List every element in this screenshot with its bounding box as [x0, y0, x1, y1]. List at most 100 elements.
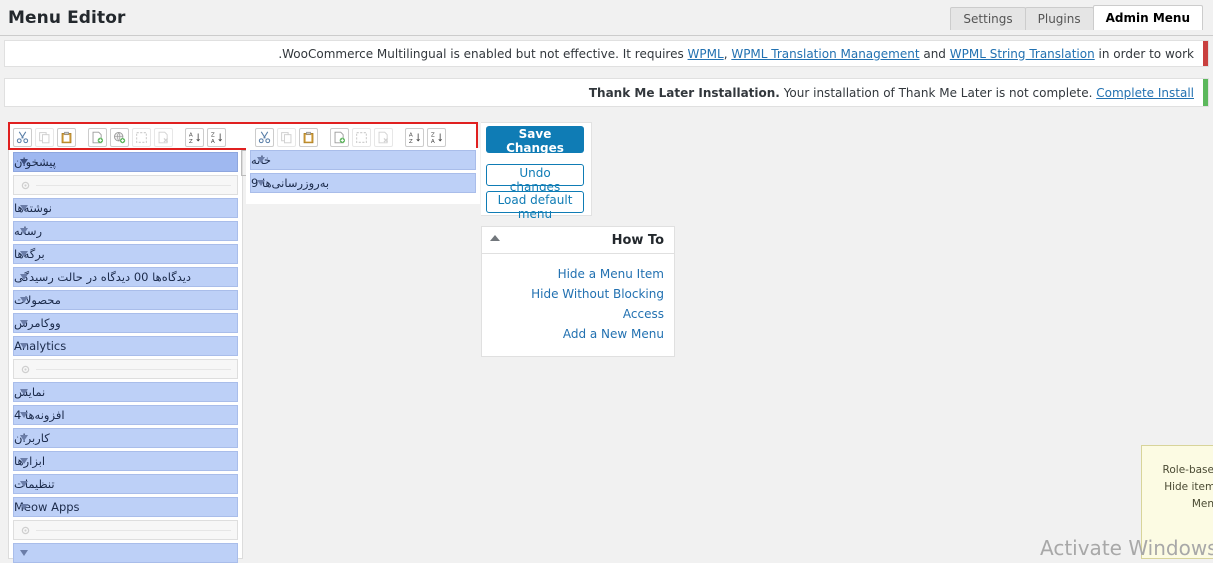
link-hide-a-menu-item[interactable]: Hide a Menu Item — [492, 264, 664, 284]
new-separator-icon[interactable] — [352, 127, 371, 147]
menu-item-tools[interactable]: ابزارها — [13, 451, 238, 471]
notice-success-accent — [1203, 79, 1208, 106]
link-wpml[interactable]: WPML — [688, 47, 724, 61]
svg-text:Z: Z — [431, 132, 435, 138]
chevron-down-icon[interactable] — [20, 435, 28, 441]
link-wpml-translation-management[interactable]: WPML Translation Management — [731, 47, 919, 61]
cut-icon[interactable] — [13, 127, 32, 147]
header-divider — [0, 35, 1213, 36]
tooltip-line: .C — [1148, 513, 1213, 530]
svg-text:Z: Z — [211, 132, 215, 138]
delete-item-icon[interactable] — [154, 127, 173, 147]
separator-handle-icon — [21, 526, 30, 535]
tab-settings[interactable]: Settings — [950, 7, 1026, 30]
menu-item-meow-apps[interactable]: Meow Apps — [13, 497, 238, 517]
menu-item-label: دیدگاه‌ها 00 دیدگاه در حالت رسیدگی — [14, 270, 192, 284]
chevron-down-icon[interactable] — [257, 180, 265, 186]
menu-item-label: برگه‌ها — [14, 247, 45, 261]
chevron-down-icon[interactable] — [20, 297, 28, 303]
load-default-menu-button[interactable]: Load default menu — [486, 191, 584, 221]
chevron-down-icon[interactable] — [20, 481, 28, 487]
menu-item-label: نمایش — [14, 385, 46, 399]
notice-wpml-error: .WooCommerce Multilingual is enabled but… — [4, 40, 1209, 67]
notice-error-tail: in order to work — [1094, 46, 1194, 61]
svg-text:Z: Z — [409, 138, 413, 143]
submenu-column: خانه به‌روزرسانی‌ها 9 — [246, 148, 480, 204]
chevron-down-icon[interactable] — [20, 274, 28, 280]
submenu-item-updates[interactable]: به‌روزرسانی‌ها 9 — [250, 173, 476, 193]
menu-separator[interactable] — [13, 175, 238, 195]
menu-item-comments[interactable]: دیدگاه‌ها 00 دیدگاه در حالت رسیدگی — [13, 267, 238, 287]
cut-icon[interactable] — [255, 127, 274, 147]
chevron-down-icon[interactable] — [257, 157, 265, 163]
tab-bar: Settings Plugins Admin Menu — [950, 5, 1203, 30]
chevron-up-icon[interactable] — [490, 235, 500, 241]
tab-admin-menu[interactable]: Admin Menu — [1092, 5, 1203, 30]
notice-success-title: Thank Me Later Installation. — [588, 85, 780, 100]
link-wpml-string-translation[interactable]: WPML String Translation — [950, 47, 1095, 61]
menu-item-woocommerce[interactable]: ووکامرس — [13, 313, 238, 333]
menu-item-pages[interactable]: برگه‌ها — [13, 244, 238, 264]
menu-item-dashboard[interactable]: پیشخوان — [13, 152, 238, 172]
chevron-down-icon[interactable] — [20, 205, 28, 211]
link-add-a-new-menu[interactable]: Add a New Menu — [492, 324, 664, 344]
new-global-item-icon[interactable] — [110, 127, 129, 147]
sort-za-icon[interactable]: ZA — [427, 127, 446, 147]
menu-item-plugins[interactable]: افزونه‌ها 4 — [13, 405, 238, 425]
menu-item-products[interactable]: محصولات — [13, 290, 238, 310]
notice-error-lead: .WooCommerce Multilingual is enabled but… — [278, 46, 688, 61]
menu-item-appearance[interactable]: نمایش — [13, 382, 238, 402]
chevron-down-icon[interactable] — [20, 228, 28, 234]
new-item-icon[interactable] — [330, 127, 349, 147]
separator-handle-icon — [21, 181, 30, 190]
new-separator-icon[interactable] — [132, 127, 151, 147]
chevron-down-icon[interactable] — [20, 550, 28, 556]
menu-item-settings[interactable]: تنظیمات — [13, 474, 238, 494]
paste-icon[interactable] — [57, 127, 76, 147]
menu-separator[interactable] — [13, 520, 238, 540]
how-to-panel: How To Hide a Menu Item Hide Without Blo… — [481, 226, 675, 357]
menu-separator[interactable] — [13, 359, 238, 379]
notice-thank-me-later: Thank Me Later Installation. Your instal… — [4, 78, 1209, 107]
chevron-down-icon[interactable] — [20, 343, 28, 349]
menu-item-partial[interactable] — [13, 543, 238, 563]
separator-line — [36, 185, 231, 186]
svg-text:Z: Z — [189, 138, 193, 143]
save-changes-button[interactable]: Save Changes — [486, 126, 584, 155]
notice-error-mid1: , — [723, 46, 732, 61]
chevron-down-icon[interactable] — [20, 412, 28, 418]
menu-item-users[interactable]: کاربران — [13, 428, 238, 448]
copy-icon[interactable] — [277, 127, 296, 147]
chevron-down-icon[interactable] — [20, 159, 28, 165]
submenu-item-home[interactable]: خانه — [250, 150, 476, 170]
svg-text:A: A — [189, 132, 193, 138]
menu-item-label: رسانه — [14, 224, 43, 238]
chevron-down-icon[interactable] — [20, 504, 28, 510]
activate-windows-watermark: Activate Windows — [1040, 536, 1213, 560]
chevron-down-icon[interactable] — [20, 251, 28, 257]
new-item-icon[interactable] — [88, 127, 107, 147]
copy-icon[interactable] — [35, 127, 54, 147]
sort-az-icon[interactable]: AZ — [405, 127, 424, 147]
sort-az-icon[interactable]: AZ — [185, 127, 204, 147]
tooltip-line: .Menu — [1191, 498, 1213, 510]
menu-item-posts[interactable]: نوشته‌ها — [13, 198, 238, 218]
delete-item-icon[interactable] — [374, 127, 393, 147]
chevron-down-icon[interactable] — [20, 389, 28, 395]
tab-plugins[interactable]: Plugins — [1024, 7, 1094, 30]
link-complete-install[interactable]: Complete Install — [1096, 86, 1194, 100]
menu-item-media[interactable]: رسانه — [13, 221, 238, 241]
notice-error-accent — [1203, 41, 1208, 66]
how-to-header: How To — [482, 227, 674, 254]
chevron-down-icon[interactable] — [20, 320, 28, 326]
separator-line — [36, 530, 231, 531]
menu-item-analytics[interactable]: Analytics — [13, 336, 238, 356]
notice-error-mid2: and — [919, 46, 950, 61]
toolbar-group-primary: AZ ZA — [13, 126, 226, 148]
link-hide-without-blocking-access[interactable]: Hide Without Blocking Access — [492, 284, 664, 324]
chevron-down-icon[interactable] — [20, 458, 28, 464]
undo-changes-button[interactable]: Undo changes — [486, 164, 584, 194]
svg-text:A: A — [409, 132, 413, 138]
sort-za-icon[interactable]: ZA — [207, 127, 226, 147]
paste-icon[interactable] — [299, 127, 318, 147]
